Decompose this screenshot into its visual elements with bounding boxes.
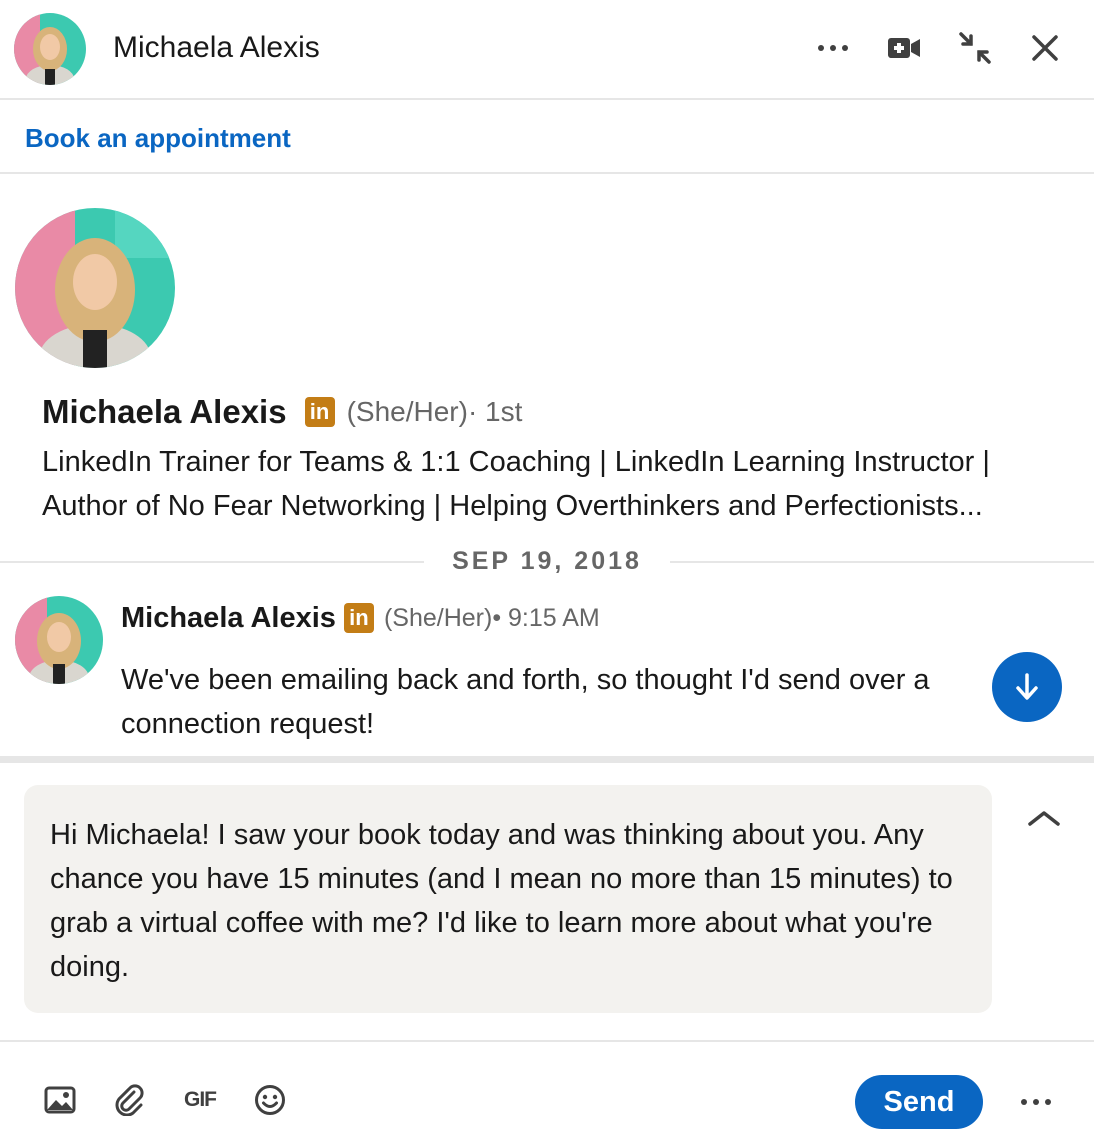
more-horizontal-icon	[818, 45, 848, 51]
more-options-button[interactable]	[811, 26, 855, 70]
header-avatar[interactable]	[14, 13, 86, 85]
message-text: We've been emailing back and forth, so t…	[121, 664, 930, 740]
connection-degree: · 1st	[467, 396, 523, 427]
profile-headline: LinkedIn Trainer for Teams & 1:1 Coachin…	[42, 440, 1082, 528]
arrow-down-icon	[1016, 673, 1038, 700]
more-horizontal-icon	[1021, 1099, 1051, 1105]
video-call-button[interactable]	[882, 26, 926, 70]
book-appointment-link[interactable]: Book an appointment	[25, 122, 291, 154]
close-button[interactable]	[1023, 26, 1067, 70]
attach-image-button[interactable]	[38, 1078, 82, 1122]
date-divider: SEP 19, 2018	[0, 540, 1094, 582]
chat-header: Michaela Alexis	[0, 0, 1094, 100]
profile-pronouns: (She/Her)	[346, 396, 468, 427]
minimize-button[interactable]	[953, 26, 997, 70]
compose-toolbar: GIF Send	[0, 1040, 1094, 1148]
linkedin-badge-icon: in	[343, 603, 374, 633]
linkedin-badge-icon: in	[304, 397, 335, 427]
emoji-button[interactable]	[248, 1078, 292, 1122]
gif-icon: GIF	[184, 1088, 217, 1111]
send-button[interactable]: Send	[855, 1075, 983, 1129]
message-compose-input[interactable]: Hi Michaela! I saw your book today and w…	[24, 785, 992, 1013]
video-call-icon	[888, 38, 920, 58]
image-icon	[44, 1086, 76, 1114]
more-compose-options-button[interactable]	[1014, 1080, 1058, 1124]
date-label: SEP 19, 2018	[452, 547, 642, 575]
scroll-to-bottom-button[interactable]	[992, 652, 1062, 722]
minimize-icon	[959, 32, 991, 64]
header-name[interactable]: Michaela Alexis	[113, 30, 320, 66]
compose-separator	[0, 756, 1094, 763]
profile-avatar[interactable]	[15, 208, 175, 368]
message-pronouns: (She/Her)	[383, 604, 493, 632]
headline-line-1: LinkedIn Trainer for Teams & 1:1 Coachin…	[42, 446, 990, 478]
expand-compose-button[interactable]	[1020, 798, 1068, 838]
chevron-up-icon	[1028, 811, 1060, 826]
paperclip-icon	[115, 1084, 144, 1116]
close-icon	[1032, 35, 1058, 61]
profile-name[interactable]: Michaela Alexis	[42, 392, 287, 432]
headline-line-2: Author of No Fear Networking | Helping O…	[42, 490, 983, 522]
emoji-icon	[255, 1085, 285, 1115]
message-sender[interactable]: Michaela Alexis	[121, 598, 336, 638]
message-time: • 9:15 AM	[492, 604, 600, 632]
book-appointment-bar: Book an appointment	[0, 102, 1094, 174]
message-header: Michaela Alexis in (She/Her) • 9:15 AM	[121, 598, 600, 638]
gif-button[interactable]: GIF	[178, 1078, 222, 1122]
message-avatar[interactable]	[15, 596, 103, 684]
attach-file-button[interactable]	[108, 1078, 152, 1122]
profile-name-line: Michaela Alexis in (She/Her) · 1st	[42, 392, 522, 432]
